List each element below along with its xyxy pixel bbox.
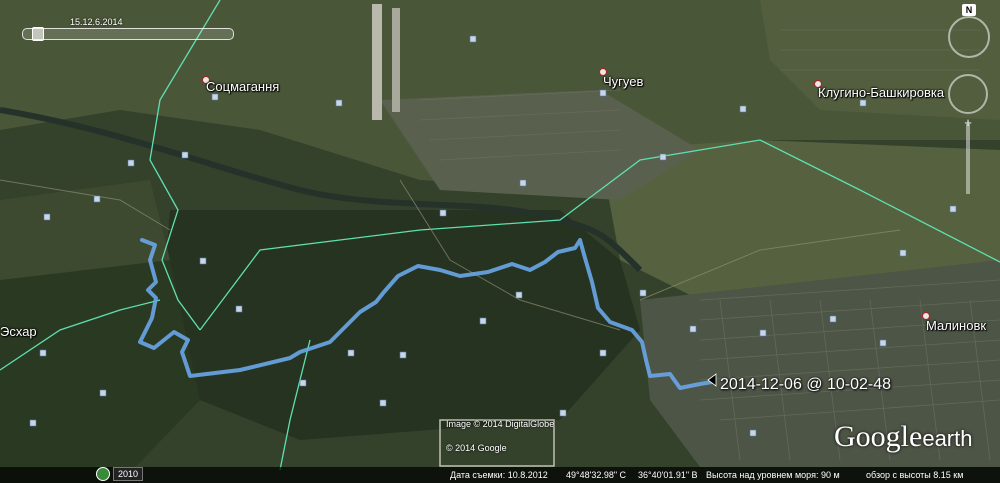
time-slider-date: 15.12.6.2014 [70, 17, 123, 27]
status-longitude: 36°40'01.91" В [638, 470, 698, 480]
time-slider-thumb[interactable] [32, 27, 44, 41]
historical-year: 2010 [113, 467, 144, 481]
navigation-controls[interactable]: N + [948, 4, 992, 194]
logo-word: Google [834, 420, 923, 453]
satellite-map[interactable] [0, 0, 1000, 483]
time-slider[interactable]: 15.12.6.2014 [18, 17, 236, 42]
status-elevation: Высота над уровнем моря: 90 м [706, 470, 840, 480]
place-label-chuguev: Чугуев [603, 74, 644, 89]
track-endpoint-label: 2014-12-06 @ 10-02-48 [720, 376, 892, 393]
credit-google: © 2014 Google [446, 443, 507, 453]
place-label-malinovka: Малиновк [926, 318, 987, 333]
google-earth-logo: Googleearth [834, 420, 972, 454]
historical-imagery-badge[interactable]: 2010 [96, 467, 144, 481]
place-label-sotsmagannia: Соцмагання [206, 79, 280, 94]
status-bar: Дата съемки: 10.8.2012 49°48'32.98" С 36… [0, 467, 1000, 483]
status-eye-altitude: обзор с высоты 8.15 км [866, 470, 964, 480]
imagery-credits: Image © 2014 DigitalGlobe © 2014 Google [446, 418, 554, 454]
look-ring-icon[interactable] [948, 16, 990, 58]
status-latitude: 49°48'32.98" С [566, 470, 627, 480]
compass-north-icon[interactable]: N [962, 4, 976, 16]
place-label-eskhar: Эсхар [0, 324, 37, 339]
place-label-klugino: Клугино-Башкировка [818, 85, 945, 100]
time-slider-track[interactable] [22, 28, 234, 40]
credit-digitalglobe: Image © 2014 DigitalGlobe [446, 419, 555, 429]
clock-icon [96, 467, 110, 481]
move-ring-icon[interactable] [948, 74, 988, 114]
logo-sub: earth [922, 426, 973, 451]
status-imagery-date: Дата съемки: 10.8.2012 [450, 470, 548, 480]
zoom-slider[interactable] [966, 124, 970, 194]
